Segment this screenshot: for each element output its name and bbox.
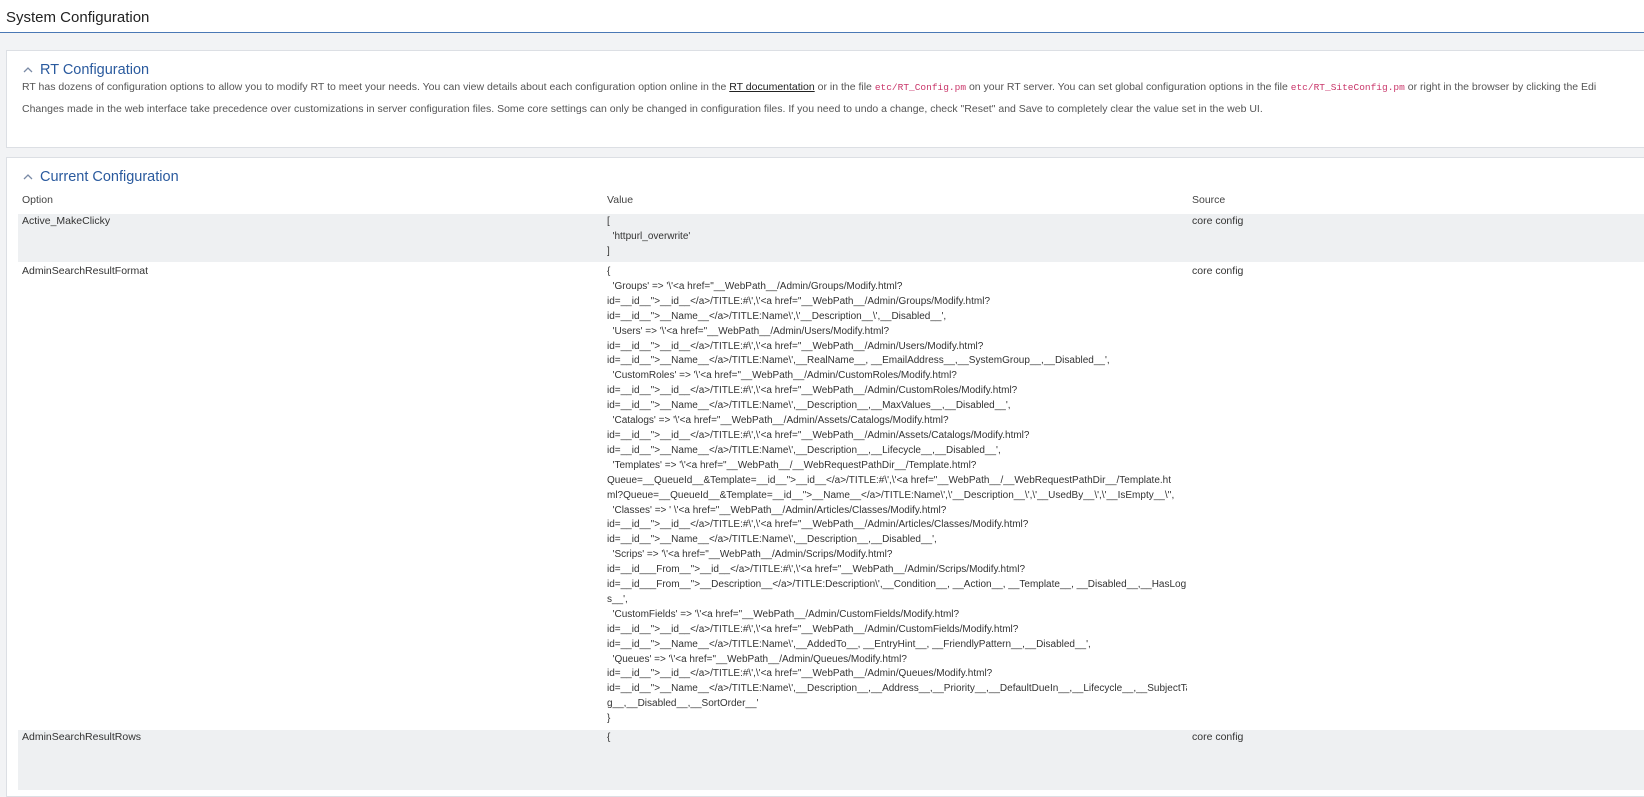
option-value: { bbox=[607, 732, 611, 743]
chevron-up-icon[interactable] bbox=[22, 169, 34, 185]
description-text: RT has dozens of configuration options t… bbox=[22, 81, 730, 93]
table-row: Active_MakeClicky [ 'httpurl_overwrite' … bbox=[18, 214, 1644, 262]
option-source: core config bbox=[1192, 215, 1244, 227]
rt-configuration-note: Changes made in the web interface take p… bbox=[22, 103, 1263, 115]
current-configuration-title[interactable]: Current Configuration bbox=[40, 169, 179, 185]
rt-configuration-description: RT has dozens of configuration options t… bbox=[22, 81, 1596, 93]
option-source: core config bbox=[1192, 265, 1244, 277]
column-header-option: Option bbox=[22, 194, 53, 206]
option-value: { 'Groups' => '\'<a href="__WebPath__/Ad… bbox=[607, 266, 1187, 725]
table-row: AdminSearchResultFormat { 'Groups' => '\… bbox=[18, 264, 1644, 730]
description-text: on your RT server. You can set global co… bbox=[966, 81, 1291, 93]
rt-configuration-title[interactable]: RT Configuration bbox=[40, 62, 149, 78]
rt-configuration-panel: RT Configuration RT has dozens of config… bbox=[6, 50, 1644, 148]
description-text: or right in the browser by clicking the … bbox=[1404, 81, 1597, 93]
option-source: core config bbox=[1192, 731, 1244, 743]
description-text: or in the file bbox=[814, 81, 875, 93]
page-header: System Configuration bbox=[0, 0, 1644, 33]
chevron-up-icon[interactable] bbox=[22, 62, 34, 78]
page-title: System Configuration bbox=[6, 9, 150, 26]
current-configuration-panel: Current Configuration Option Value Sourc… bbox=[6, 157, 1644, 797]
site-config-file-path: etc/RT_SiteConfig.pm bbox=[1290, 82, 1405, 93]
column-header-value: Value bbox=[607, 194, 634, 206]
table-row: AdminSearchResultRows { core config bbox=[18, 730, 1644, 790]
column-header-source: Source bbox=[1192, 194, 1226, 206]
option-name: AdminSearchResultRows bbox=[22, 731, 142, 743]
option-value: [ 'httpurl_overwrite' ] bbox=[607, 216, 691, 257]
option-name: AdminSearchResultFormat bbox=[22, 265, 149, 277]
config-file-path: etc/RT_Config.pm bbox=[874, 82, 967, 93]
option-name: Active_MakeClicky bbox=[22, 215, 111, 227]
rt-documentation-link[interactable]: RT documentation bbox=[729, 81, 814, 93]
